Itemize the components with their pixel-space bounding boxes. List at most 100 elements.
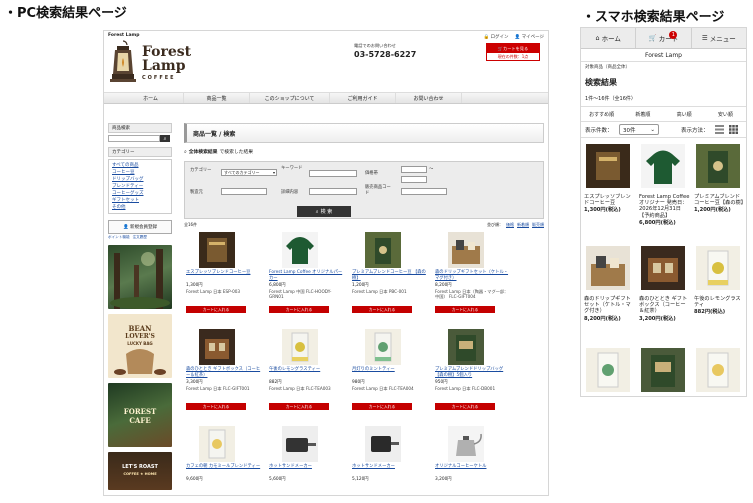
add-to-cart-button[interactable]: カートに入れる <box>352 403 412 410</box>
per-page-select[interactable]: 30件 ⌄ <box>619 124 659 135</box>
sp-product-card[interactable] <box>694 348 745 396</box>
sp-product-card[interactable]: プレミアムブレンドコーヒー豆【森の樹】 1,200円(税込) <box>694 144 746 242</box>
gift-box-image[interactable] <box>641 246 685 290</box>
sp-product-card[interactable]: エスプレッソブレンドコーヒー豆 1,300円(税込) <box>584 144 635 242</box>
product-name[interactable]: プレミアムブレンドドリップバッグ【森の樹】5個入り <box>435 367 511 378</box>
product-name[interactable]: カフェの朝 カモミールブレンドティー <box>186 464 262 470</box>
add-to-cart-button[interactable]: カートに入れる <box>435 403 495 410</box>
header-cart-box[interactable]: 🛒 カートを見る 現在の件数：1点 <box>486 43 540 61</box>
gift-set-image[interactable] <box>448 232 484 268</box>
sp-sort-high[interactable]: 高い順 <box>664 107 705 121</box>
category-beans[interactable]: コーヒー豆 <box>112 169 168 176</box>
side-search-input[interactable] <box>108 135 160 142</box>
sp-nav-home[interactable]: ⌂ ホーム <box>581 28 637 48</box>
lemongrass-tea-image[interactable] <box>282 329 318 365</box>
category-tea[interactable]: ブレンドティー <box>112 183 168 190</box>
mypage-link[interactable]: 👤 マイページ <box>515 34 544 40</box>
kettle-image[interactable] <box>448 426 484 462</box>
sp-sort-new[interactable]: 新着順 <box>622 107 663 121</box>
product-name[interactable]: Forest Lamp Coffee オリジナルパーカー <box>269 270 345 281</box>
category-all[interactable]: すべての商品 <box>112 162 168 169</box>
nav-home[interactable]: ホーム <box>118 93 184 103</box>
chamomile-tea-image[interactable] <box>199 426 235 462</box>
search-icon[interactable]: ⌕ <box>160 135 170 142</box>
sp-product-card[interactable] <box>639 348 690 396</box>
sp-nav-cart[interactable]: 🛒 カート 1 <box>636 28 692 48</box>
forest-banner[interactable] <box>108 245 172 309</box>
add-to-cart-button[interactable]: カートに入れる <box>269 306 329 313</box>
tel-number[interactable]: 03-5728-6227 <box>354 50 416 59</box>
hoodie-image[interactable] <box>641 144 685 188</box>
list-view-icon[interactable] <box>715 125 724 134</box>
sp-product-card[interactable] <box>584 348 635 396</box>
sp-shop-name[interactable]: Forest Lamp <box>581 49 746 62</box>
coffee-box-image[interactable] <box>199 232 235 268</box>
lemongrass-tea-image[interactable] <box>696 246 740 290</box>
mint-tea-image[interactable] <box>365 329 401 365</box>
product-name[interactable]: プレミアムブレンドコーヒー豆 【森の樹】 <box>352 270 428 281</box>
product-name[interactable]: 月灯りのミントティー <box>352 367 428 373</box>
code-input[interactable] <box>401 188 447 195</box>
view-cart-button[interactable]: 🛒 カートを見る <box>487 44 539 53</box>
product-name[interactable]: オリジナルコーヒーケトル <box>435 464 511 470</box>
add-to-cart-button[interactable]: カートに入れる <box>186 306 246 313</box>
nav-guide[interactable]: ご利用ガイド <box>330 93 396 103</box>
category-select[interactable]: すべてのカテゴリー ▾ <box>221 169 277 176</box>
product-name[interactable]: 午後のレモングラスティー <box>269 367 345 373</box>
lucky-bag-banner[interactable]: BEAN LOVER'S LUCKY BAG <box>108 314 172 378</box>
product-name[interactable]: エスプレッソブレンドコーヒー豆 <box>186 270 262 276</box>
sp-product-card[interactable]: 午後のレモングラスティ 882円(税込) <box>694 246 745 344</box>
nav-about[interactable]: このショップについて <box>250 93 330 103</box>
sort-price[interactable]: 価格 <box>506 222 514 228</box>
category-drip[interactable]: ドリップバッグ <box>112 176 168 183</box>
sp-sort-low[interactable]: 安い順 <box>705 107 746 121</box>
coffee-bag-image[interactable] <box>365 232 401 268</box>
brand-logo-text[interactable]: Forest Lamp <box>142 45 191 73</box>
sp-nav-menu[interactable]: ☰ メニュー <box>692 28 746 48</box>
gift-set-image[interactable] <box>586 246 630 290</box>
add-to-cart-button[interactable]: カートに入れる <box>435 306 495 313</box>
nav-products[interactable]: 商品一覧 <box>184 93 250 103</box>
sandwich-maker-image[interactable] <box>282 426 318 462</box>
drip-bag-image[interactable] <box>641 348 685 392</box>
product-name[interactable]: 森のドリップギフトセット（ケトル・マグ付き） <box>435 270 511 281</box>
sort-new[interactable]: 新着順 <box>517 222 529 228</box>
sp-product-card[interactable]: 森のひととき ギフトボックス（コーヒー＆紅茶） 3,200円(税込) <box>639 246 690 344</box>
product-name[interactable]: ホットサンドメーカー <box>269 464 345 470</box>
category-gift[interactable]: ギフトセット <box>112 197 168 204</box>
coffee-bag-image[interactable] <box>696 144 740 188</box>
product-name[interactable]: 森のひととき ギフトボックス（コーヒー＆紅茶） <box>186 367 262 378</box>
mint-tea-image[interactable] <box>586 348 630 392</box>
history-link[interactable]: 注文履歴 <box>133 235 147 240</box>
point-link[interactable]: ポイント機能 <box>108 235 130 240</box>
sp-product-card[interactable]: Forest Lamp Coffee オリジナー 発売日：2026年12月31日… <box>639 144 690 242</box>
price-min-input[interactable] <box>401 166 427 173</box>
grid-view-icon[interactable] <box>729 125 738 134</box>
add-to-cart-button[interactable]: カートに入れる <box>269 403 329 410</box>
lantern-logo-icon[interactable] <box>108 40 138 84</box>
category-other[interactable]: その他 <box>112 204 168 211</box>
add-to-cart-button[interactable]: カートに入れる <box>352 306 412 313</box>
price-max-input[interactable] <box>401 176 427 183</box>
keyword-input[interactable] <box>309 170 357 177</box>
add-to-cart-button[interactable]: カートに入れる <box>186 403 246 410</box>
product-name[interactable]: ホットサンドメーカー <box>352 464 428 470</box>
maker-input[interactable] <box>221 188 267 195</box>
sp-sort-recommended[interactable]: おすすめ順 <box>581 107 622 121</box>
login-link[interactable]: 🔒 ログイン <box>483 34 508 40</box>
hoodie-image[interactable] <box>282 232 318 268</box>
category-goods[interactable]: コーヒーグッズ <box>112 190 168 197</box>
sort-sales[interactable]: 販売順 <box>532 222 544 228</box>
sandwich-maker-image[interactable] <box>365 426 401 462</box>
gift-box-image[interactable] <box>199 329 235 365</box>
coffee-box-image[interactable] <box>586 144 630 188</box>
chamomile-tea-image[interactable] <box>696 348 740 392</box>
forest-cafe-banner[interactable]: FOREST CAFE <box>108 383 172 447</box>
roast-banner[interactable]: LET'S ROAST COFFEE ★ HOME <box>108 452 172 490</box>
search-button[interactable]: ⌕ 検 索 <box>297 206 351 217</box>
drip-bag-image[interactable] <box>448 329 484 365</box>
sp-product-card[interactable]: 森のドリップギフトセット（ケトル・マグ付き） 8,200円(税込) <box>584 246 635 344</box>
detail-input[interactable] <box>309 188 357 195</box>
nav-contact[interactable]: お問い合わせ <box>396 93 462 103</box>
register-button[interactable]: 👤 新規会員登録 <box>108 220 172 234</box>
